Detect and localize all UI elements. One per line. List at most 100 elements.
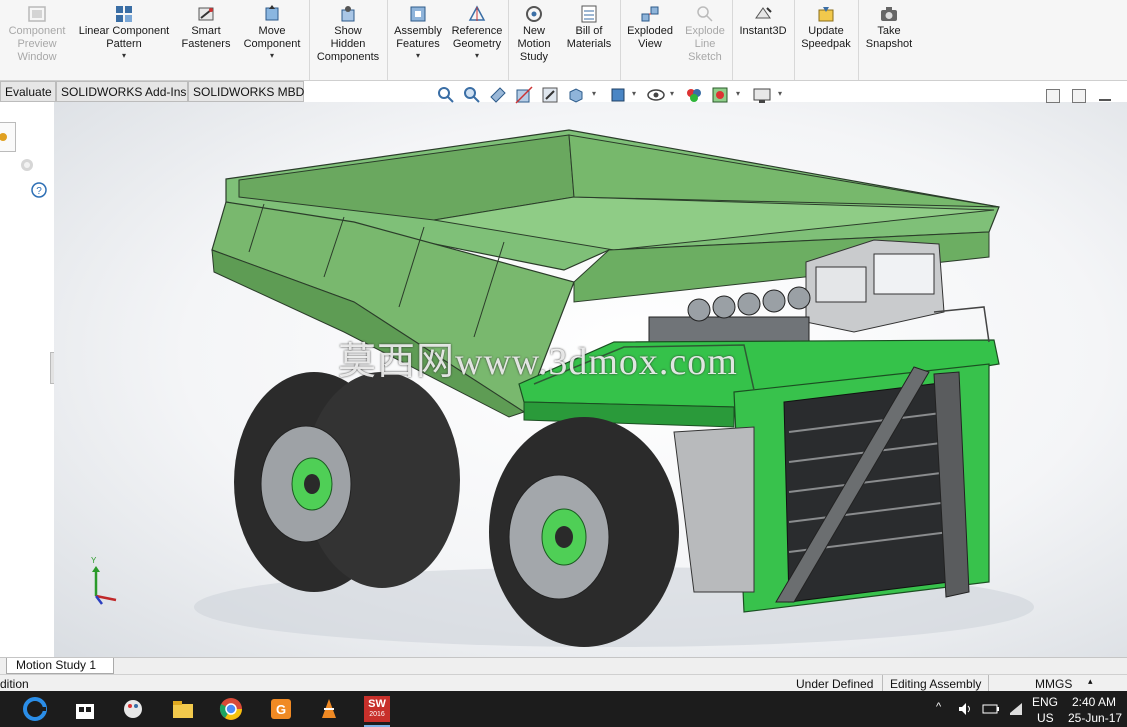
language-indicator-bottom[interactable]: US — [1037, 711, 1054, 725]
split-pane-icon[interactable] — [1072, 89, 1086, 103]
battery-icon[interactable] — [982, 702, 1000, 716]
axis-triad-icon — [92, 566, 117, 605]
solidworks-version-badge: 2016 — [369, 711, 385, 718]
show-hidden-icons-icon[interactable]: ^ — [936, 701, 941, 713]
ribbon-separator — [508, 0, 509, 80]
explode-line-sketch-label: Explode Line Sketch — [685, 25, 725, 63]
help-icon[interactable]: ? — [31, 182, 47, 198]
feature-tree-tab[interactable] — [0, 122, 16, 152]
previous-view-icon[interactable] — [488, 85, 508, 105]
take-snapshot-label: Take Snapshot — [865, 25, 913, 50]
vlc-player-icon[interactable] — [316, 696, 342, 722]
dynamic-annotation-icon[interactable] — [540, 85, 560, 105]
rear-wheel — [234, 372, 460, 592]
ribbon-separator — [858, 0, 859, 80]
apply-scene-icon[interactable] — [710, 85, 730, 105]
edge-browser-icon[interactable] — [22, 696, 48, 722]
wifi-icon[interactable] — [1008, 701, 1024, 717]
section-view-icon[interactable] — [514, 85, 534, 105]
taskbar-clock-date[interactable]: 25-Jun-17 — [1068, 711, 1122, 725]
ribbon-separator — [309, 0, 310, 80]
language-indicator-top[interactable]: ENG — [1032, 695, 1058, 709]
linear-component-pattern-label: Linear Component Pattern — [78, 25, 170, 50]
apply-scene-dropdown-icon[interactable]: ▾ — [736, 89, 740, 98]
show-hidden-components-button[interactable]: Show Hidden Components — [312, 4, 384, 78]
status-divider — [988, 675, 989, 692]
chrome-browser-icon[interactable] — [218, 696, 244, 722]
assembly-features-icon — [410, 6, 426, 22]
display-style-icon[interactable] — [608, 85, 628, 105]
linear-pattern-icon — [116, 6, 132, 22]
hide-show-items-icon[interactable] — [646, 85, 666, 105]
instant3d-button[interactable]: Instant3D — [735, 4, 791, 78]
status-editing-assembly: Editing Assembly — [890, 677, 982, 691]
solidworks-taskbar-icon[interactable]: SW 2016 — [364, 696, 390, 722]
component-preview-window-button[interactable]: Component Preview Window — [4, 4, 70, 78]
exploded-view-button[interactable]: Exploded View — [623, 4, 677, 78]
tab-solidworks-add-ins[interactable]: SOLIDWORKS Add-Ins — [56, 81, 188, 102]
take-snapshot-button[interactable]: Take Snapshot — [861, 4, 917, 78]
exploded-view-icon — [641, 6, 659, 22]
move-component-icon — [265, 5, 279, 21]
linear-component-pattern-button[interactable]: Linear Component Pattern ▾ — [74, 4, 174, 78]
ribbon-separator — [387, 0, 388, 80]
bill-of-materials-button[interactable]: Bill of Materials — [561, 4, 617, 78]
reference-geometry-icon — [468, 5, 486, 21]
hide-show-dropdown-icon[interactable]: ▾ — [670, 89, 674, 98]
view-orientation-dropdown-icon[interactable]: ▾ — [592, 89, 596, 98]
speedpak-icon — [818, 7, 834, 22]
move-component-label: Move Component — [243, 25, 301, 50]
status-under-defined: Under Defined — [796, 677, 874, 691]
restore-pane-icon[interactable] — [1046, 89, 1060, 103]
move-component-button[interactable]: Move Component ▾ — [238, 4, 306, 78]
watermark-text: 莫西网www.3dmox.com — [338, 341, 738, 383]
reference-geometry-button[interactable]: Reference Geometry ▾ — [448, 4, 506, 78]
show-hidden-components-label: Show Hidden Components — [316, 25, 380, 63]
reference-geometry-label: Reference Geometry — [451, 25, 503, 50]
status-left-text: dition — [0, 677, 29, 691]
move-component-dropdown-icon[interactable]: ▾ — [238, 51, 306, 60]
linear-pattern-dropdown-icon[interactable]: ▾ — [74, 51, 174, 60]
camera-icon — [881, 7, 897, 21]
file-explorer-icon[interactable] — [170, 696, 196, 722]
tab-solidworks-mbd[interactable]: SOLIDWORKS MBD — [188, 81, 304, 102]
update-speedpak-label: Update Speedpak — [801, 25, 851, 50]
component-preview-window-label: Component Preview Window — [8, 25, 66, 63]
property-manager-icon[interactable] — [17, 156, 37, 176]
taskbar-clock-time[interactable]: 2:40 AM — [1072, 695, 1116, 709]
smart-fasteners-button[interactable]: Smart Fasteners — [178, 4, 234, 78]
view-settings-dropdown-icon[interactable]: ▾ — [778, 89, 782, 98]
exploded-view-label: Exploded View — [627, 25, 673, 50]
volume-icon[interactable] — [958, 702, 974, 716]
view-orientation-icon[interactable] — [566, 85, 586, 105]
graphics-area[interactable]: 莫西网www.3dmox.com Y — [54, 102, 1127, 657]
app-launcher-icon[interactable]: G — [268, 696, 294, 722]
feature-manager-panel: ? — [0, 102, 58, 657]
new-motion-study-button[interactable]: New Motion Study — [511, 4, 557, 78]
explode-line-sketch-button[interactable]: Explode Line Sketch — [680, 4, 730, 78]
show-hidden-icon — [341, 6, 355, 22]
front-wheel — [489, 417, 679, 647]
edit-appearance-icon[interactable] — [684, 85, 704, 105]
tab-motion-study-1[interactable]: Motion Study 1 — [6, 658, 114, 674]
paint-app-icon[interactable] — [120, 696, 146, 722]
unit-system-selector[interactable]: MMGS — [1035, 677, 1072, 691]
zoom-to-fit-icon[interactable] — [436, 85, 456, 105]
bottom-tab-strip: Motion Study 1 — [0, 657, 1127, 675]
store-icon[interactable] — [72, 696, 98, 722]
assembly-features-button[interactable]: Assembly Features ▾ — [390, 4, 446, 78]
assembly-features-dropdown-icon[interactable]: ▾ — [390, 51, 446, 60]
view-settings-icon[interactable] — [752, 85, 772, 105]
tab-evaluate[interactable]: Evaluate — [0, 81, 56, 102]
update-speedpak-button[interactable]: Update Speedpak — [797, 4, 855, 78]
ribbon-separator — [794, 0, 795, 80]
component-preview-icon — [28, 6, 46, 22]
reference-geometry-dropdown-icon[interactable]: ▾ — [448, 51, 506, 60]
display-style-dropdown-icon[interactable]: ▾ — [632, 89, 636, 98]
minimize-pane-icon[interactable] — [1099, 99, 1111, 101]
zoom-to-area-icon[interactable] — [462, 85, 482, 105]
unit-system-dropdown-icon[interactable]: ▴ — [1088, 676, 1093, 687]
explode-line-sketch-icon — [697, 6, 713, 22]
motion-study-icon — [526, 6, 542, 22]
instant3d-label: Instant3D — [739, 25, 787, 37]
